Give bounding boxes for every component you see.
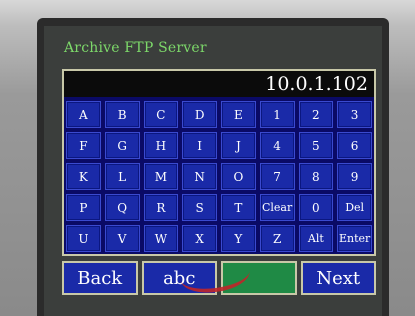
key-clear[interactable]: Clear	[259, 194, 295, 221]
key-1[interactable]: 1	[259, 101, 295, 128]
screen-title: Archive FTP Server	[64, 40, 207, 56]
key-4[interactable]: 4	[259, 132, 295, 159]
key-x[interactable]: X	[182, 225, 217, 252]
key-9[interactable]: 9	[337, 163, 372, 190]
key-k[interactable]: K	[66, 163, 101, 190]
key-5[interactable]: 5	[298, 132, 334, 159]
key-v[interactable]: V	[104, 225, 140, 252]
key-2[interactable]: 2	[298, 101, 334, 128]
key-n[interactable]: N	[182, 163, 217, 190]
key-f[interactable]: F	[66, 132, 101, 159]
key-t[interactable]: T	[221, 194, 256, 221]
key-c[interactable]: C	[143, 101, 179, 128]
next-button[interactable]: Next	[300, 261, 376, 295]
key-l[interactable]: L	[104, 163, 140, 190]
key-q[interactable]: Q	[104, 194, 140, 221]
keyboard-panel: 10.0.1.102 A B C D E 1 2 3 F G H I J 4 5…	[62, 69, 376, 256]
key-u[interactable]: U	[66, 225, 101, 252]
key-enter[interactable]: Enter	[337, 225, 372, 252]
key-m[interactable]: M	[143, 163, 179, 190]
keypad-grid: A B C D E 1 2 3 F G H I J 4 5 6 K L M N …	[66, 101, 372, 252]
key-8[interactable]: 8	[298, 163, 334, 190]
key-3[interactable]: 3	[337, 101, 372, 128]
key-r[interactable]: R	[143, 194, 179, 221]
key-w[interactable]: W	[143, 225, 179, 252]
key-d[interactable]: D	[182, 101, 217, 128]
key-h[interactable]: H	[143, 132, 179, 159]
key-b[interactable]: B	[104, 101, 140, 128]
key-p[interactable]: P	[66, 194, 101, 221]
key-7[interactable]: 7	[259, 163, 295, 190]
ip-address-field[interactable]: 10.0.1.102	[64, 71, 374, 97]
back-button[interactable]: Back	[62, 261, 138, 295]
key-s[interactable]: S	[182, 194, 217, 221]
key-o[interactable]: O	[221, 163, 256, 190]
key-z[interactable]: Z	[259, 225, 295, 252]
key-0[interactable]: 0	[298, 194, 334, 221]
key-a[interactable]: A	[66, 101, 101, 128]
key-e[interactable]: E	[221, 101, 256, 128]
key-i[interactable]: I	[182, 132, 217, 159]
key-6[interactable]: 6	[337, 132, 372, 159]
key-g[interactable]: G	[104, 132, 140, 159]
key-alt[interactable]: Alt	[298, 225, 334, 252]
key-del[interactable]: Del	[337, 194, 372, 221]
key-j[interactable]: J	[221, 132, 256, 159]
key-y[interactable]: Y	[221, 225, 256, 252]
